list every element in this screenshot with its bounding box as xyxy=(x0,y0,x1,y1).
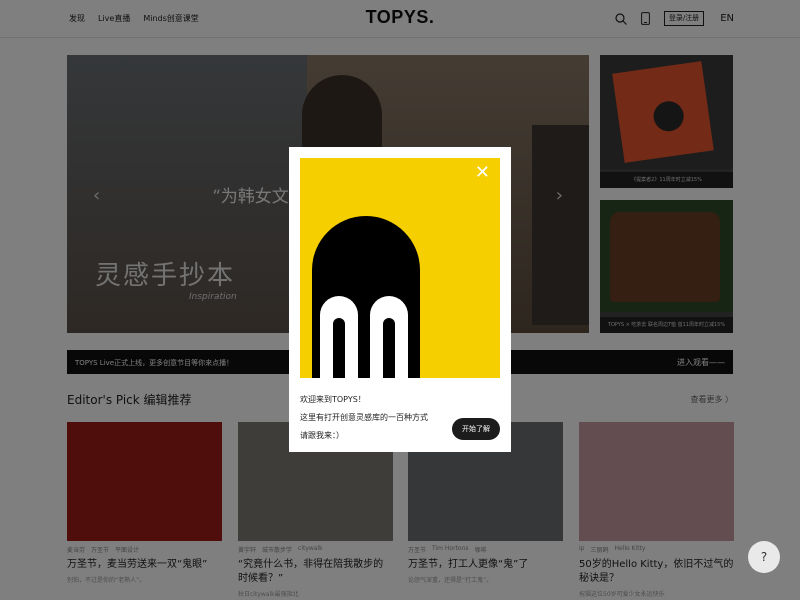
mascot xyxy=(312,216,420,378)
modal-follow-text: 请跟我来：） xyxy=(300,431,344,440)
modal-welcome-text: 欢迎来到TOPYS！ xyxy=(300,395,366,404)
help-button[interactable]: ? xyxy=(748,541,780,573)
mascot-leg-right xyxy=(370,296,408,378)
modal-desc-text: 这里有打开创意灵感库的一百种方式 xyxy=(300,413,428,422)
close-icon[interactable]: ✕ xyxy=(475,164,490,182)
mascot-illustration: ✕ xyxy=(300,158,500,378)
start-button[interactable]: 开始了解 xyxy=(452,418,500,440)
welcome-modal: ✕ 欢迎来到TOPYS！ 这里有打开创意灵感库的一百种方式 请跟我来：） 开始了… xyxy=(289,147,511,452)
mascot-leg-left xyxy=(320,296,358,378)
